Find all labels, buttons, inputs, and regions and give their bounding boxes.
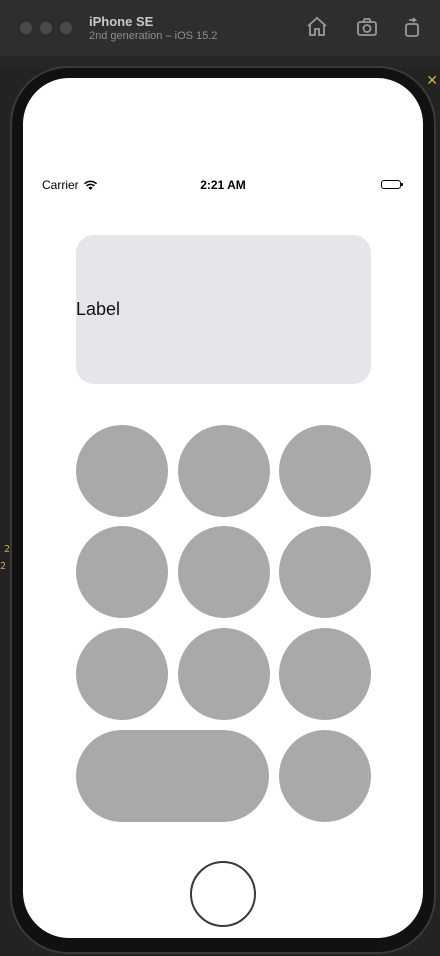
title-bar: iPhone SE 2nd generation – iOS 15.2 bbox=[0, 0, 440, 56]
status-time: 2:21 AM bbox=[200, 178, 246, 192]
display-label: Label bbox=[76, 299, 121, 319]
camera-icon[interactable] bbox=[355, 15, 379, 39]
keypad-button[interactable] bbox=[279, 628, 371, 720]
keypad-button[interactable] bbox=[178, 628, 270, 720]
display-panel: Label bbox=[76, 235, 371, 384]
keypad-button[interactable] bbox=[279, 730, 371, 822]
home-button[interactable] bbox=[190, 861, 256, 927]
keypad-button[interactable] bbox=[279, 526, 371, 618]
keypad-button[interactable] bbox=[76, 628, 168, 720]
simulator-window: iPhone SE 2nd generation – iOS 15.2 ✕ 2 bbox=[0, 0, 440, 956]
device-subtitle: 2nd generation – iOS 15.2 bbox=[89, 30, 218, 42]
keypad-button[interactable] bbox=[279, 425, 371, 517]
rotate-icon[interactable] bbox=[400, 15, 424, 39]
keypad-button[interactable] bbox=[178, 425, 270, 517]
device-title: iPhone SE bbox=[89, 14, 154, 29]
keypad-wide-button[interactable] bbox=[76, 730, 269, 822]
keypad-button[interactable] bbox=[76, 526, 168, 618]
close-window-button[interactable] bbox=[20, 22, 32, 34]
keypad-button[interactable] bbox=[76, 425, 168, 517]
keypad-button[interactable] bbox=[178, 526, 270, 618]
close-icon[interactable]: ✕ bbox=[426, 72, 438, 89]
battery-icon bbox=[381, 180, 403, 189]
home-icon[interactable] bbox=[305, 15, 329, 39]
gutter-line-number: 2 bbox=[0, 561, 7, 572]
zoom-window-button[interactable] bbox=[60, 22, 72, 34]
device-screen: Carrier 2:21 AM Label bbox=[23, 78, 423, 938]
minimize-window-button[interactable] bbox=[40, 22, 52, 34]
